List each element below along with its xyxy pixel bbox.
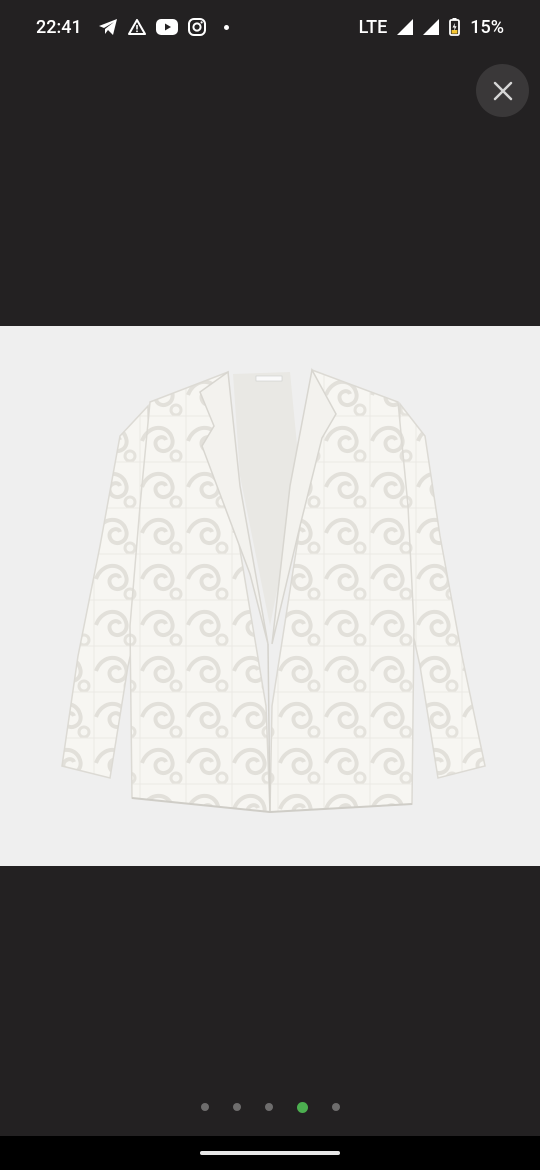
close-icon xyxy=(493,81,512,100)
instagram-icon xyxy=(187,18,206,36)
signal-icon xyxy=(397,19,414,35)
status-left: 22:41 xyxy=(36,17,229,38)
battery-icon xyxy=(449,18,461,36)
status-right: LTE 15% xyxy=(359,17,504,38)
pager-dot[interactable] xyxy=(331,1103,340,1111)
signal-2-icon xyxy=(423,19,440,35)
pager-dot[interactable] xyxy=(200,1103,209,1111)
lace-blazer-illustration xyxy=(61,367,486,814)
home-gesture-handle[interactable] xyxy=(200,1151,340,1155)
telegram-icon xyxy=(98,18,118,36)
status-bar: 22:41 LTE 15% xyxy=(0,0,540,54)
alert-icon xyxy=(127,19,146,35)
youtube-icon xyxy=(155,19,178,35)
pager-dot-active[interactable] xyxy=(296,1101,308,1113)
battery-percent: 15% xyxy=(470,16,504,38)
product-image[interactable] xyxy=(0,326,540,866)
close-button[interactable] xyxy=(476,64,529,117)
notification-dot-icon xyxy=(223,24,229,30)
pager-dot[interactable] xyxy=(264,1103,273,1111)
status-time: 22:41 xyxy=(36,16,82,38)
navigation-bar xyxy=(0,1136,540,1170)
network-label: LTE xyxy=(358,16,388,38)
image-pager xyxy=(0,1100,540,1114)
pager-dot[interactable] xyxy=(232,1103,241,1111)
